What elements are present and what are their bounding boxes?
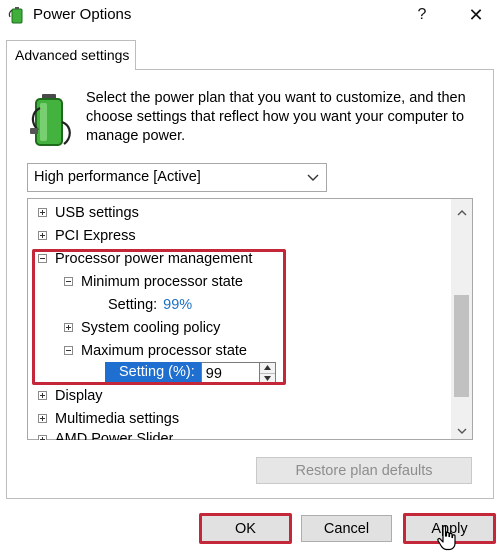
close-icon: ✕	[468, 4, 484, 25]
setting-value-link[interactable]: 99%	[163, 297, 192, 313]
expand-icon[interactable]	[38, 435, 47, 440]
tree-item-pci-express[interactable]: PCI Express	[38, 224, 136, 247]
window-title: Power Options	[33, 6, 132, 23]
battery-power-icon	[30, 94, 71, 146]
button-label: Restore plan defaults	[295, 462, 433, 479]
expand-icon[interactable]	[64, 323, 73, 332]
tree-item-min-setting[interactable]: Setting: 99%	[108, 293, 192, 316]
power-plan-select[interactable]: High performance [Active]	[27, 163, 327, 192]
button-label: Cancel	[323, 520, 370, 537]
expand-icon[interactable]	[38, 391, 47, 400]
button-label: OK	[235, 520, 256, 537]
scroll-thumb[interactable]	[454, 295, 469, 397]
chevron-down-icon	[457, 428, 466, 434]
tree-item-maximum-processor-state[interactable]: Maximum processor state	[64, 339, 247, 362]
tree-item-amd-power-slider[interactable]: AMD Power Slider	[38, 430, 173, 440]
max-setting-stepper[interactable]	[258, 362, 276, 384]
battery-power-icon	[8, 7, 23, 24]
tree-item-label: Display	[55, 387, 103, 404]
expand-icon[interactable]	[38, 208, 47, 217]
tree-item-system-cooling-policy[interactable]: System cooling policy	[64, 316, 220, 339]
restore-plan-defaults-button[interactable]: Restore plan defaults	[256, 457, 472, 484]
tree-scrollbar[interactable]	[451, 199, 472, 439]
tree-item-multimedia-settings[interactable]: Multimedia settings	[38, 407, 179, 430]
tab-label: Advanced settings	[15, 47, 130, 63]
title-bar: Power Options ? ✕	[0, 0, 500, 30]
tree-item-label: AMD Power Slider	[55, 431, 174, 440]
max-setting-input[interactable]	[200, 362, 259, 384]
help-icon: ?	[417, 6, 427, 23]
expand-icon[interactable]	[38, 414, 47, 423]
ok-button[interactable]: OK	[200, 515, 291, 542]
max-setting-label: Setting (%):	[105, 362, 201, 384]
tree-item-processor-power-management[interactable]: Processor power management	[38, 247, 252, 270]
tree-item-label: Minimum processor state	[81, 273, 243, 290]
tree-item-usb-settings[interactable]: USB settings	[38, 201, 139, 224]
collapse-icon[interactable]	[38, 254, 47, 263]
power-plan-value: High performance [Active]	[34, 169, 201, 185]
scroll-up-button[interactable]	[451, 203, 472, 223]
tree-item-label: PCI Express	[55, 227, 136, 244]
tree-item-display[interactable]: Display	[38, 384, 103, 407]
stepper-down-button[interactable]	[259, 372, 275, 383]
max-setting-editor[interactable]: Setting (%):	[105, 362, 276, 384]
chevron-down-icon	[307, 174, 319, 181]
expand-icon[interactable]	[38, 231, 47, 240]
intro-text: Select the power plan that you want to c…	[86, 90, 466, 144]
tree-item-label: Processor power management	[55, 250, 253, 267]
collapse-icon[interactable]	[64, 346, 73, 355]
triangle-up-icon	[263, 365, 271, 371]
tree-item-label: Maximum processor state	[81, 342, 247, 359]
help-button[interactable]: ?	[402, 0, 442, 30]
hand-pointer-cursor-icon	[437, 525, 456, 551]
triangle-down-icon	[263, 375, 271, 381]
close-button[interactable]: ✕	[456, 0, 496, 30]
tree-item-label: System cooling policy	[81, 319, 221, 336]
tree-item-minimum-processor-state[interactable]: Minimum processor state	[64, 270, 243, 293]
tab-advanced-settings[interactable]: Advanced settings	[6, 40, 136, 70]
cancel-button[interactable]: Cancel	[301, 515, 392, 542]
collapse-icon[interactable]	[64, 277, 73, 286]
chevron-up-icon	[457, 210, 466, 216]
setting-label: Setting:	[108, 296, 158, 313]
tree-item-label: Multimedia settings	[55, 410, 180, 427]
stepper-up-button[interactable]	[259, 363, 275, 373]
scroll-down-button[interactable]	[451, 421, 472, 441]
tree-item-label: USB settings	[55, 204, 139, 221]
